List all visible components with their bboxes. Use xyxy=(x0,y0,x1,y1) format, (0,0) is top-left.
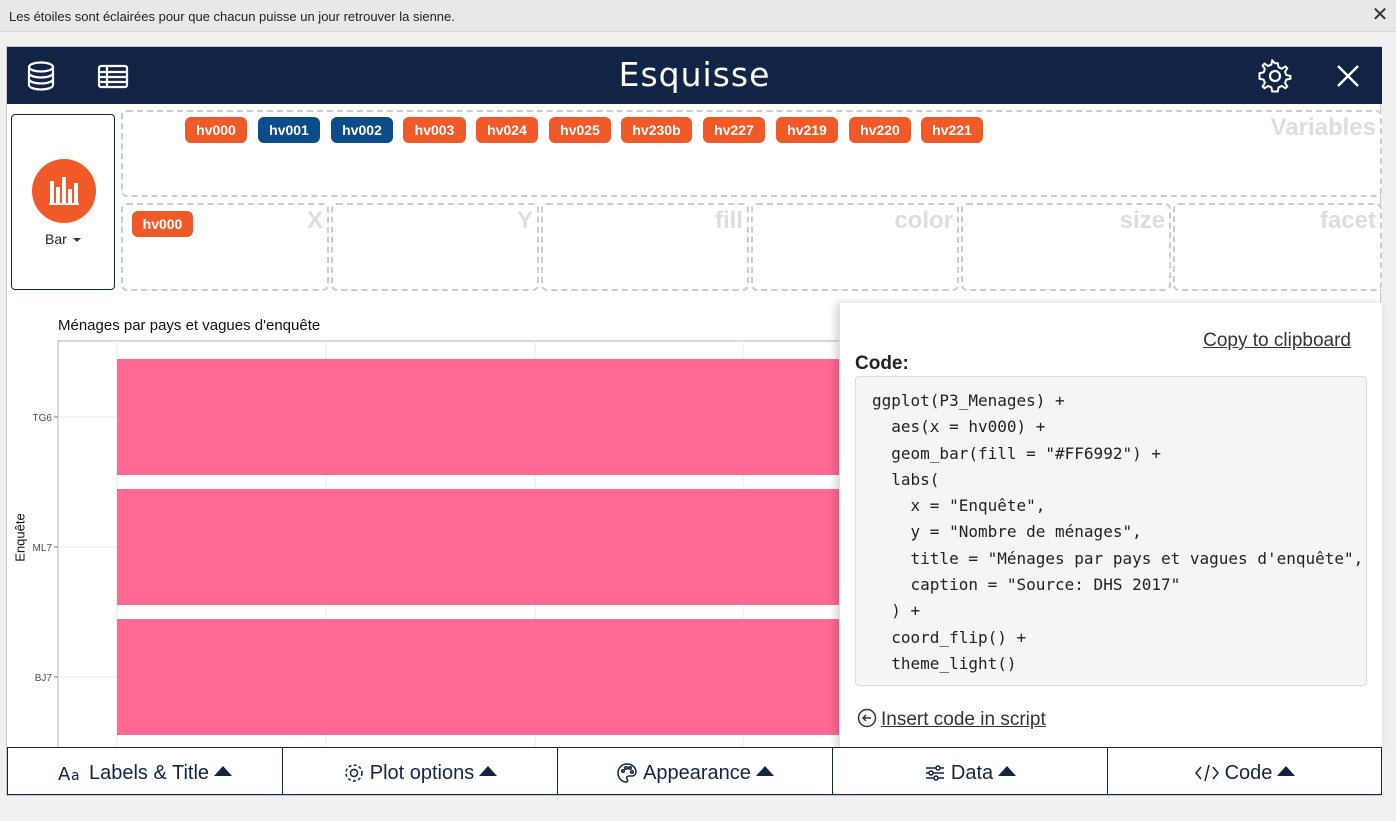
notification-message: Les étoiles sont éclairées pour que chac… xyxy=(9,9,455,24)
gear-icon xyxy=(344,763,363,782)
variables-zone-label: Variables xyxy=(1270,114,1376,141)
tab-code[interactable]: Code xyxy=(1107,747,1382,795)
variable-badge[interactable]: hv000 xyxy=(185,117,247,143)
font-icon: A a xyxy=(58,764,80,785)
bar-chart-icon xyxy=(32,159,96,223)
arrow-left-circle-icon xyxy=(857,708,877,728)
caret-up-icon xyxy=(998,765,1017,776)
code-block: ggplot(P3_Menages) + aes(x = hv000) + ge… xyxy=(855,376,1367,686)
esquisse-app: Esquisse Bar Variables hv000 hv001 hv002… xyxy=(6,46,1382,797)
sliders-icon xyxy=(925,764,944,781)
y-tick-label: TG6 xyxy=(33,413,53,424)
bar xyxy=(117,359,857,475)
caret-up-icon xyxy=(479,765,498,776)
palette-icon xyxy=(617,762,637,783)
variable-badge[interactable]: hv227 xyxy=(703,117,765,143)
caret-up-icon xyxy=(214,765,233,776)
color-zone-label: color xyxy=(894,207,953,234)
color-dropzone[interactable]: color xyxy=(751,203,959,291)
variable-badge[interactable]: hv024 xyxy=(476,117,538,143)
facet-zone-label: facet xyxy=(1319,207,1376,234)
size-zone-label: size xyxy=(1119,207,1165,234)
x-zone-label: X xyxy=(306,207,323,234)
geom-name: Bar xyxy=(45,231,67,247)
notification-close-icon[interactable]: ✕ xyxy=(1370,4,1390,26)
y-zone-label: Y xyxy=(516,207,533,234)
copy-to-clipboard-link[interactable]: Copy to clipboard xyxy=(1203,330,1351,352)
size-dropzone[interactable]: size xyxy=(961,203,1171,291)
y-dropzone[interactable]: Y xyxy=(331,203,539,291)
app-header: Esquisse xyxy=(7,47,1382,104)
app-title: Esquisse xyxy=(618,55,771,94)
code-label: Code: xyxy=(855,353,909,374)
geom-label: Bar xyxy=(45,231,81,247)
code-icon xyxy=(1194,764,1219,781)
tab-label: Data xyxy=(950,761,994,784)
variable-badge[interactable]: hv002 xyxy=(331,117,393,143)
close-icon[interactable] xyxy=(1331,59,1365,93)
tab-appearance[interactable]: Appearance xyxy=(557,747,832,795)
tab-labels-title[interactable]: A a Labels & Title xyxy=(7,747,282,795)
tab-label: Plot options xyxy=(369,761,475,784)
variable-badge[interactable]: hv001 xyxy=(258,117,320,143)
variable-badge[interactable]: hv025 xyxy=(549,117,611,143)
chevron-down-icon xyxy=(72,238,81,243)
tab-label: Appearance xyxy=(643,761,751,784)
tab-label: Code xyxy=(1224,761,1273,784)
svg-text:A: A xyxy=(58,764,71,783)
facet-dropzone[interactable]: facet xyxy=(1173,203,1382,291)
geom-selector[interactable]: Bar xyxy=(11,114,115,290)
bar xyxy=(117,489,857,605)
variable-badge[interactable]: hv230b xyxy=(621,117,692,143)
footer-tabs: A a Labels & Title Plot options Appearan… xyxy=(7,747,1382,797)
y-tick-label: BJ7 xyxy=(35,673,53,684)
notification-bar: Les étoiles sont éclairées pour que chac… xyxy=(0,0,1396,32)
variable-badge[interactable]: hv221 xyxy=(921,117,983,143)
x-assigned-badge[interactable]: hv000 xyxy=(132,211,193,237)
variable-badge[interactable]: hv219 xyxy=(776,117,838,143)
tab-label: Labels & Title xyxy=(88,761,210,784)
y-tick-label: ML7 xyxy=(33,543,53,554)
svg-text:a: a xyxy=(71,768,80,783)
caret-up-icon xyxy=(755,765,774,776)
insert-code-button[interactable]: Insert code in script xyxy=(857,708,1046,731)
variable-badge[interactable]: hv003 xyxy=(403,117,466,143)
tab-data[interactable]: Data xyxy=(832,747,1107,795)
tab-plot-options[interactable]: Plot options xyxy=(282,747,557,795)
x-dropzone[interactable]: X hv000 xyxy=(121,203,329,291)
fill-zone-label: fill xyxy=(715,207,743,234)
fill-dropzone[interactable]: fill xyxy=(541,203,749,291)
gear-icon[interactable] xyxy=(1258,58,1292,93)
insert-code-label: Insert code in script xyxy=(881,709,1046,730)
code-panel: Copy to clipboard Code: ggplot(P3_Menage… xyxy=(839,303,1382,749)
variable-badge[interactable]: hv220 xyxy=(849,117,911,143)
caret-up-icon xyxy=(1277,765,1296,776)
bar xyxy=(117,619,857,735)
